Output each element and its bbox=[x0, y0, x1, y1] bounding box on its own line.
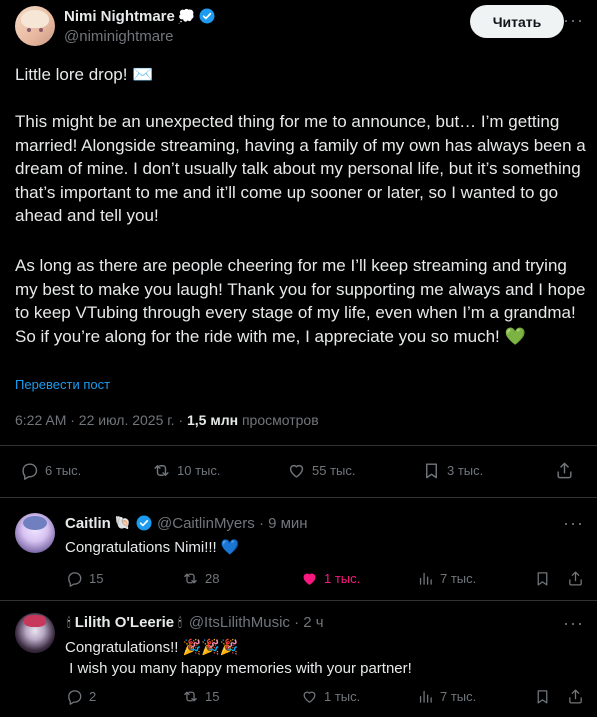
like-button[interactable]: 55 тыс. bbox=[287, 461, 355, 480]
repost-count: 10 тыс. bbox=[177, 463, 221, 478]
reply-icon bbox=[68, 690, 82, 705]
bookmark-button[interactable] bbox=[534, 570, 551, 587]
bookmark-button[interactable]: 3 тыс. bbox=[422, 461, 483, 480]
bookmark-button[interactable] bbox=[534, 688, 551, 705]
reply-icon bbox=[68, 572, 82, 587]
repost-icon bbox=[184, 691, 197, 702]
reply-header: 🕯 Lilith O'Leerie 🕯 @ItsLilithMusic · 2 … bbox=[67, 614, 324, 631]
bookmark-icon bbox=[426, 463, 437, 479]
reply-author-emoji-pre: 🕯 bbox=[67, 614, 71, 630]
reply-button[interactable]: 15 bbox=[66, 570, 103, 587]
heart-icon bbox=[303, 691, 316, 703]
share-icon bbox=[569, 571, 582, 586]
reply-count: 15 bbox=[89, 571, 104, 586]
author-emoji: 💭 bbox=[177, 7, 196, 24]
reply-author-name[interactable]: Lilith O'Leerie bbox=[75, 614, 174, 631]
repost-icon bbox=[184, 573, 197, 584]
reply-author-handle[interactable]: @CaitlinMyers · 9 мин bbox=[157, 515, 308, 532]
reply-button[interactable]: 6 тыс. bbox=[20, 461, 81, 480]
verified-badge-icon bbox=[136, 515, 152, 531]
repost-count: 28 bbox=[205, 571, 220, 586]
reply-author-emoji: 🐚 bbox=[114, 515, 132, 530]
reply-author-avatar[interactable] bbox=[15, 513, 55, 553]
reply-button[interactable]: 2 bbox=[66, 688, 96, 705]
analytics-icon bbox=[419, 690, 432, 703]
like-count: 1 тыс. bbox=[324, 689, 361, 704]
share-icon bbox=[569, 689, 582, 704]
tweet-paragraph-2: This might be an unexpected thing for me… bbox=[15, 112, 591, 225]
reply-text: Congratulations!! 🎉🎉🎉 I wish you many ha… bbox=[65, 639, 412, 677]
views-button[interactable]: 7 тыс. bbox=[417, 570, 476, 587]
verified-badge-icon bbox=[199, 8, 215, 24]
reply-text: Congratulations Nimi!!! 💙 bbox=[65, 539, 240, 556]
follow-button[interactable]: Читать bbox=[470, 5, 564, 38]
tweet-line-1: Little lore drop! ✉️ bbox=[15, 65, 154, 84]
reply-author-avatar[interactable] bbox=[15, 613, 55, 653]
tweet-paragraph-3: As long as there are people cheering for… bbox=[15, 256, 591, 346]
divider bbox=[0, 445, 597, 446]
views-count: 7 тыс. bbox=[440, 571, 477, 586]
author-name-row[interactable]: Nimi Nightmare 💭 bbox=[64, 7, 216, 25]
reply-author-name[interactable]: Caitlin bbox=[65, 515, 111, 532]
views-button[interactable]: 7 тыс. bbox=[417, 688, 476, 705]
more-options-icon[interactable]: ··· bbox=[563, 513, 584, 534]
analytics-icon bbox=[419, 572, 432, 585]
bookmark-count: 3 тыс. bbox=[447, 463, 484, 478]
like-button[interactable]: 1 тыс. bbox=[301, 570, 360, 587]
repost-button[interactable]: 15 bbox=[182, 688, 219, 705]
more-options-icon[interactable]: ··· bbox=[563, 10, 584, 31]
reply-header: Caitlin 🐚 @CaitlinMyers · 9 мин bbox=[65, 514, 308, 532]
heart-filled-icon bbox=[303, 573, 316, 585]
divider bbox=[0, 600, 597, 601]
bookmark-icon bbox=[537, 690, 548, 704]
share-button[interactable] bbox=[567, 688, 584, 705]
reply-author-emoji-post: 🕯 bbox=[178, 614, 182, 630]
tweet-timestamp[interactable]: 6:22 AM · 22 июл. 2025 г. · bbox=[15, 412, 187, 428]
repost-icon bbox=[154, 465, 169, 476]
heart-icon bbox=[289, 464, 304, 478]
reply-count: 6 тыс. bbox=[45, 463, 82, 478]
views-count: 1,5 млн bbox=[187, 412, 239, 428]
like-count: 55 тыс. bbox=[312, 463, 356, 478]
author-handle[interactable]: @niminightmare bbox=[64, 28, 173, 45]
divider bbox=[0, 497, 597, 498]
tweet-meta: 6:22 AM · 22 июл. 2025 г. · 1,5 млн прос… bbox=[15, 412, 319, 428]
author-avatar[interactable] bbox=[15, 6, 55, 46]
repost-count: 15 bbox=[205, 689, 220, 704]
reply-count: 2 bbox=[89, 689, 97, 704]
repost-button[interactable]: 28 bbox=[182, 570, 219, 587]
views-count: 7 тыс. bbox=[440, 689, 477, 704]
reply-author-handle[interactable]: @ItsLilithMusic · 2 ч bbox=[189, 614, 324, 631]
reply-icon bbox=[22, 463, 38, 480]
views-label: просмотров bbox=[238, 412, 319, 428]
share-button[interactable] bbox=[567, 570, 584, 587]
author-name[interactable]: Nimi Nightmare bbox=[64, 8, 175, 25]
share-icon bbox=[557, 462, 572, 479]
like-count: 1 тыс. bbox=[324, 571, 361, 586]
repost-button[interactable]: 10 тыс. bbox=[152, 461, 220, 480]
more-options-icon[interactable]: ··· bbox=[563, 613, 584, 634]
share-button[interactable] bbox=[555, 461, 574, 480]
bookmark-icon bbox=[537, 572, 548, 586]
translate-link[interactable]: Перевести пост bbox=[15, 377, 110, 392]
like-button[interactable]: 1 тыс. bbox=[301, 688, 360, 705]
